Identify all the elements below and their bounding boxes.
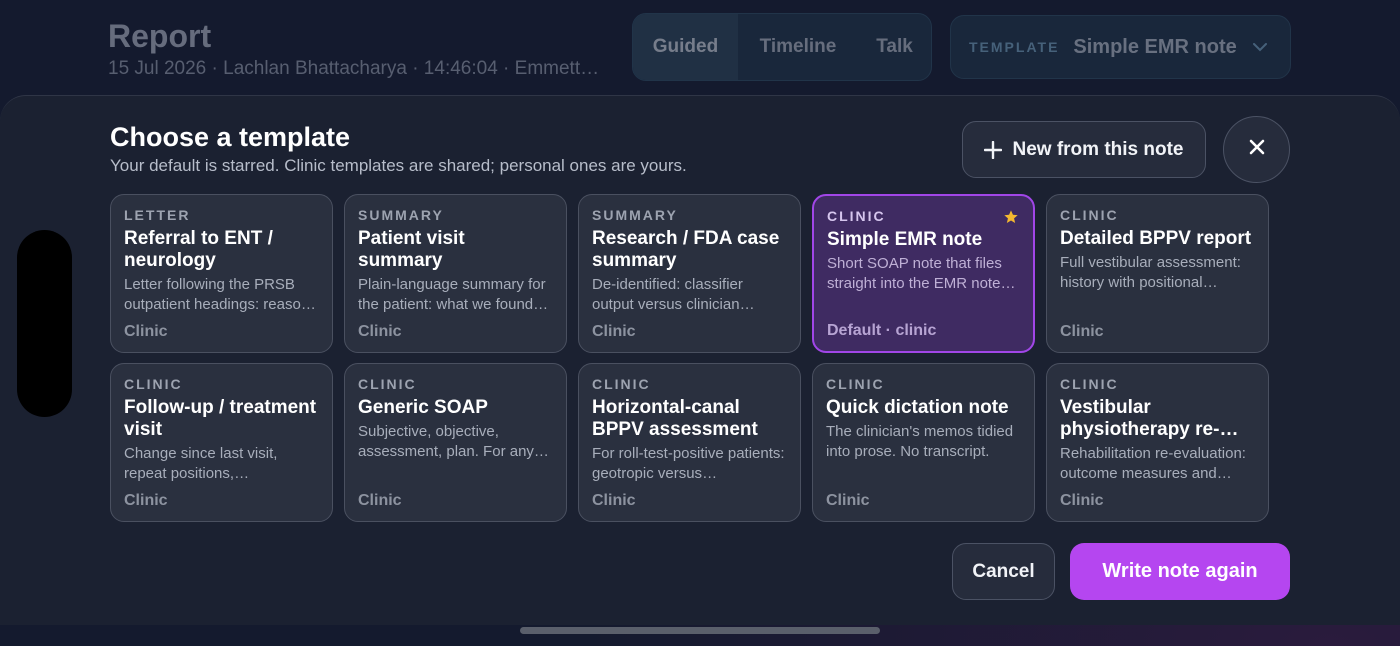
report-meta: 15 Jul 2026 · Lachlan Bhattacharya · 14:… [108, 58, 600, 79]
report-header: Report 15 Jul 2026 · Lachlan Bhattachary… [0, 0, 1400, 100]
template-kind: LETTER [124, 207, 191, 223]
template-card[interactable]: CLINIC Simple EMR note Short SOAP note tha… [812, 194, 1035, 353]
template-kind: CLINIC [358, 376, 417, 392]
template-dropdown-label: TEMPLATE [969, 39, 1060, 55]
template-dropdown[interactable]: TEMPLATE Simple EMR note [950, 15, 1291, 79]
template-name: Research / FDA case summary [592, 228, 780, 271]
template-kind: CLINIC [592, 376, 651, 392]
template-scope: Clinic [358, 323, 402, 340]
template-scope: Clinic [124, 323, 168, 340]
template-name: Detailed BPPV report [1060, 228, 1252, 249]
plus-icon [984, 136, 1003, 164]
template-description: Change since last visit, repeat position… [124, 445, 278, 482]
mode-switcher: Guided Timeline Talk [632, 13, 932, 81]
new-from-note-label: New from this note [1012, 138, 1184, 160]
template-kind: CLINIC [826, 376, 885, 392]
template-kind: SUMMARY [358, 207, 444, 223]
template-scope: Clinic [1060, 323, 1104, 340]
template-description: For roll-test-positive patients: geotrop… [592, 445, 785, 482]
chevron-down-icon [1252, 39, 1267, 55]
template-scope: Clinic [592, 323, 636, 340]
template-description: Short SOAP note that files straight into… [827, 255, 1002, 292]
template-kind: CLINIC [124, 376, 183, 392]
template-name: Horizontal-canal BPPV assessment [592, 397, 758, 440]
template-name: Quick dictation note [826, 397, 1009, 418]
screen: Report 15 Jul 2026 · Lachlan Bhattachary… [0, 0, 1400, 646]
side-handle [17, 230, 72, 417]
new-from-note-button[interactable]: New from this note [962, 121, 1206, 178]
write-note-again-button[interactable]: Write note again [1070, 543, 1290, 600]
mode-tab-talk[interactable]: Talk [858, 14, 931, 80]
template-chooser-sheet: Choose a template Your default is starre… [0, 95, 1400, 625]
template-description: Plain-language summary for the patient: … [358, 276, 546, 313]
template-kind: CLINIC [827, 208, 886, 224]
template-name: Simple EMR note [827, 229, 983, 250]
template-card[interactable]: CLINIC Quick dictation note The clinician'… [812, 363, 1035, 522]
template-name: Vestibular physiotherapy re-evaluation [1060, 397, 1220, 440]
sheet-subtitle: Your default is starred. Clinic template… [110, 156, 687, 175]
star-icon [1003, 209, 1019, 230]
template-card[interactable]: LETTER Referral to ENT / neurology Letter … [110, 194, 333, 353]
close-icon [1249, 139, 1265, 160]
template-kind: CLINIC [1060, 207, 1119, 223]
mode-tab-timeline[interactable]: Timeline [738, 14, 858, 80]
template-description: The clinician's memos tidied into prose.… [826, 423, 1014, 460]
template-name: Follow-up / treatment visit [124, 397, 317, 440]
template-scope: Default · clinic [827, 322, 937, 339]
template-description: Subjective, objective, assessment, plan.… [358, 423, 534, 460]
template-card[interactable]: CLINIC Detailed BPPV report Full vestibula… [1046, 194, 1269, 353]
template-card[interactable]: CLINIC Horizontal-canal BPPV assessment Fo… [578, 363, 801, 522]
template-kind: SUMMARY [592, 207, 678, 223]
template-scope: Clinic [124, 492, 168, 509]
template-kind: CLINIC [1060, 376, 1119, 392]
template-card[interactable]: CLINIC Vestibular physiotherapy re-evalua… [1046, 363, 1269, 522]
template-scope: Clinic [592, 492, 636, 509]
template-description: Letter following the PRSB outpatient hea… [124, 276, 310, 313]
template-description: De-identified: classifier output versus … [592, 276, 743, 313]
page-title: Report [108, 18, 212, 54]
template-card[interactable]: CLINIC Generic SOAP Subjective, objective,… [344, 363, 567, 522]
template-grid: LETTER Referral to ENT / neurology Letter … [110, 194, 1269, 522]
template-card[interactable]: SUMMARY Patient visit summary Plain-langua… [344, 194, 567, 353]
template-description: Rehabilitation re-evaluation: outcome me… [1060, 445, 1246, 482]
sheet-title: Choose a template [110, 122, 351, 152]
home-indicator [520, 627, 880, 634]
template-name: Generic SOAP [358, 397, 488, 418]
cancel-button[interactable]: Cancel [952, 543, 1055, 600]
close-button[interactable] [1223, 116, 1290, 183]
template-scope: Clinic [826, 492, 870, 509]
template-scope: Clinic [1060, 492, 1104, 509]
template-name: Patient visit summary [358, 228, 465, 271]
template-card[interactable]: SUMMARY Research / FDA case summary De-ide… [578, 194, 801, 353]
mode-tab-guided[interactable]: Guided [633, 14, 738, 80]
template-dropdown-value: Simple EMR note [1073, 35, 1237, 58]
template-scope: Clinic [358, 492, 402, 509]
template-description: Full vestibular assessment: history with… [1060, 254, 1241, 291]
template-name: Referral to ENT / neurology [124, 228, 273, 271]
template-card[interactable]: CLINIC Follow-up / treatment visit Change … [110, 363, 333, 522]
